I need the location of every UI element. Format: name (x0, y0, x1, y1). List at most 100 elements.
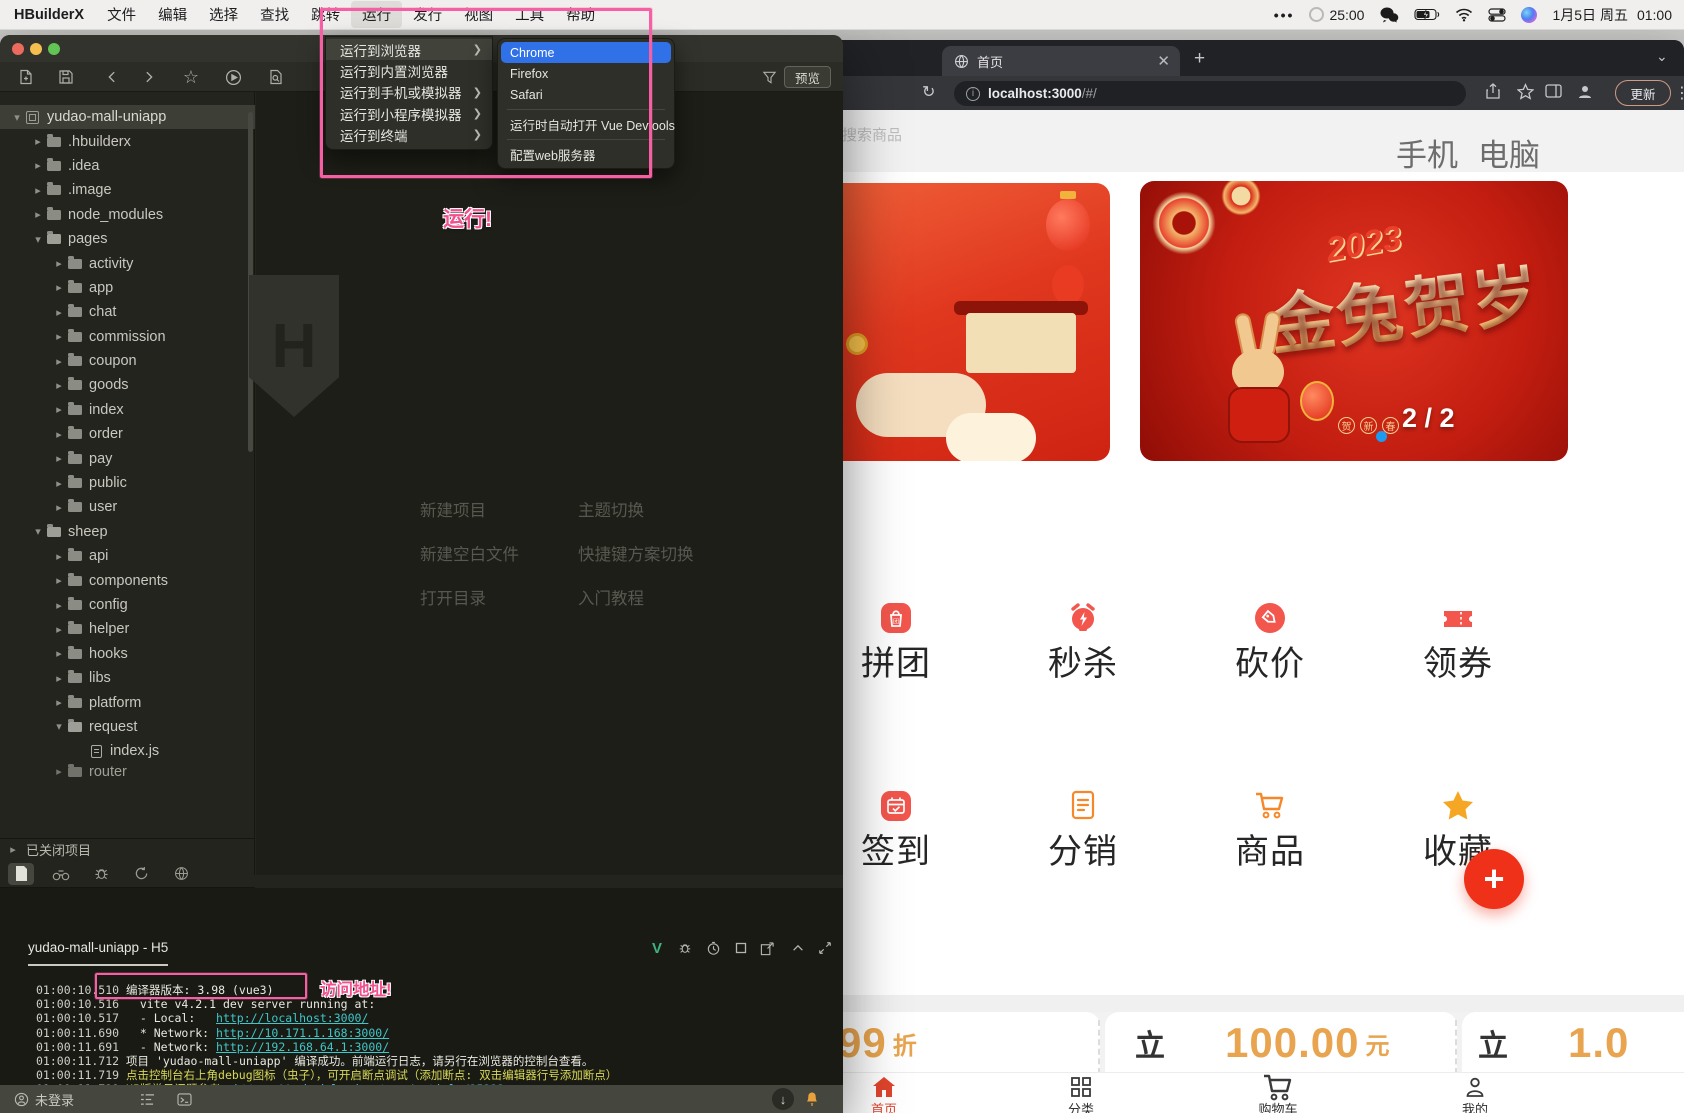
close-window-button[interactable] (12, 43, 24, 55)
expand-panel-icon[interactable] (814, 938, 836, 958)
closed-projects-section[interactable]: ▸ 已关闭项目 (0, 838, 255, 860)
log-link[interactable]: http://10.171.1.168:3000/ (216, 1026, 389, 1040)
tree-folder-hooks[interactable]: ▸hooks (0, 642, 255, 666)
tree-folder-index[interactable]: ▸index (0, 398, 255, 422)
back-icon[interactable] (100, 66, 124, 88)
profile-avatar-icon[interactable] (1576, 83, 1594, 101)
tree-folder-request[interactable]: ▾request (0, 715, 255, 739)
save-icon[interactable] (54, 66, 78, 88)
run-icon[interactable] (221, 66, 245, 88)
wifi-icon[interactable] (1455, 8, 1473, 22)
menu-item-签到[interactable]: 签到 (828, 785, 971, 873)
tree-folder-.idea[interactable]: ▸.idea (0, 154, 255, 178)
tree-folder-platform[interactable]: ▸platform (0, 690, 255, 714)
menubar-item-编辑[interactable]: 编辑 (147, 1, 198, 28)
tree-folder-pay[interactable]: ▸pay (0, 446, 255, 470)
control-center-icon[interactable] (1488, 8, 1506, 22)
browser-menu-icon[interactable]: ⋮ (1674, 83, 1684, 103)
tree-folder-.image[interactable]: ▸.image (0, 178, 255, 202)
menubar-item-查找[interactable]: 查找 (249, 1, 300, 28)
console-tab[interactable]: yudao-mall-uniapp - H5 (28, 940, 168, 966)
coupon-card[interactable]: 99折 (828, 1012, 1100, 1074)
favorites-star-icon[interactable]: ☆ (179, 66, 203, 88)
tabbar-item-分类[interactable]: 分类 (1036, 1076, 1126, 1113)
browser-tab[interactable]: 首页 ✕ (942, 46, 1180, 76)
chrome-update-button[interactable]: 更新 (1615, 80, 1671, 106)
menu-item-分销[interactable]: 分销 (1008, 785, 1158, 873)
welcome-shortcut-新建空白文件[interactable]: 新建空白文件 (420, 541, 519, 565)
collapse-panel-icon[interactable] (787, 938, 809, 958)
tree-folder-user[interactable]: ▸user (0, 495, 255, 519)
wechat-icon[interactable] (1379, 7, 1399, 23)
focus-timer[interactable]: 25:00 (1309, 7, 1364, 23)
search-input[interactable]: 搜索商品 (842, 124, 902, 145)
hot-keyword[interactable]: 手机 (1396, 130, 1458, 175)
tree-folder-components[interactable]: ▸components (0, 568, 255, 592)
debug-bug-icon[interactable] (88, 863, 114, 885)
menu-item-领券[interactable]: 领券 (1383, 597, 1533, 685)
tree-folder-libs[interactable]: ▸libs (0, 666, 255, 690)
hot-keywords[interactable]: 手机电脑 (1396, 130, 1540, 175)
tree-file-index.js[interactable]: index.js (0, 739, 255, 763)
bookmark-star-icon[interactable] (1517, 83, 1534, 100)
log-link[interactable]: http://192.168.64.1:3000/ (216, 1040, 389, 1054)
tree-folder-helper[interactable]: ▸helper (0, 617, 255, 641)
menu-item-商品[interactable]: 商品 (1195, 785, 1345, 873)
login-status[interactable]: 未登录 (35, 1090, 74, 1109)
menu-item-拼团[interactable]: 团拼团 (828, 597, 971, 685)
search-binoculars-icon[interactable] (48, 863, 74, 885)
goto-file-icon[interactable] (264, 66, 288, 88)
carousel-banner-active[interactable]: 2023 金兔贺岁 贺新春 2 / 2 (1140, 181, 1568, 461)
tree-folder-activity[interactable]: ▸activity (0, 251, 255, 275)
siri-icon[interactable] (1521, 7, 1537, 23)
menubar-item-文件[interactable]: 文件 (96, 1, 147, 28)
export-log-icon[interactable] (756, 938, 778, 958)
terminal-icon[interactable] (177, 1093, 192, 1106)
tree-folder-yudao-mall-uniapp[interactable]: ▾yudao-mall-uniapp (0, 105, 255, 129)
notification-bell-icon[interactable] (801, 1088, 823, 1110)
web-globe-icon[interactable] (168, 863, 194, 885)
menubar-date[interactable]: 1月5日 周五 (1552, 5, 1627, 25)
tree-folder-commission[interactable]: ▸commission (0, 325, 255, 349)
filter-funnel-icon[interactable] (757, 66, 781, 88)
side-panel-icon[interactable] (1545, 83, 1562, 99)
welcome-shortcut-新建项目[interactable]: 新建项目 (420, 497, 486, 521)
tree-folder-pages[interactable]: ▾pages (0, 227, 255, 251)
welcome-shortcut-打开目录[interactable]: 打开目录 (420, 585, 486, 609)
refresh-icon[interactable] (128, 863, 154, 885)
tab-close-icon[interactable]: ✕ (1157, 52, 1170, 70)
vue-devtools-icon[interactable]: V (646, 938, 668, 958)
forward-icon[interactable] (137, 66, 161, 88)
welcome-shortcut-主题切换[interactable]: 主题切换 (578, 497, 644, 521)
tabbar-item-我的[interactable]: 我的 (1430, 1076, 1520, 1113)
overflow-dots-icon[interactable]: ••• (1274, 7, 1295, 23)
menubar-time[interactable]: 01:00 (1637, 7, 1672, 23)
new-tab-icon[interactable]: + (1194, 48, 1205, 70)
tree-folder-config[interactable]: ▸config (0, 593, 255, 617)
carousel-banner-left[interactable] (828, 183, 1110, 461)
menu-item-砍价[interactable]: 砍价 (1195, 597, 1345, 685)
tree-folder-node_modules[interactable]: ▸node_modules (0, 203, 255, 227)
tree-folder-api[interactable]: ▸api (0, 544, 255, 568)
hot-keyword[interactable]: 电脑 (1478, 130, 1540, 175)
app-menu[interactable]: HBuilderX (14, 7, 84, 23)
tree-folder-public[interactable]: ▸public (0, 471, 255, 495)
files-view-icon[interactable] (8, 863, 34, 885)
tree-folder-router[interactable]: ▸router (0, 764, 255, 780)
welcome-shortcut-入门教程[interactable]: 入门教程 (578, 585, 644, 609)
menubar-item-选择[interactable]: 选择 (198, 1, 249, 28)
tree-folder-sheep[interactable]: ▾sheep (0, 520, 255, 544)
coupon-card[interactable]: 立100.00元 (1105, 1012, 1457, 1074)
tree-folder-goods[interactable]: ▸goods (0, 373, 255, 397)
carousel-dot[interactable] (1376, 431, 1387, 442)
download-status-icon[interactable]: ↓ (772, 1088, 794, 1110)
tree-folder-.hbuilderx[interactable]: ▸.hbuilderx (0, 129, 255, 153)
preview-button[interactable]: 预览 (784, 66, 831, 88)
restart-run-icon[interactable] (702, 938, 724, 958)
zoom-window-button[interactable] (48, 43, 60, 55)
tree-folder-order[interactable]: ▸order (0, 422, 255, 446)
stop-icon[interactable] (730, 938, 752, 958)
url-bar[interactable]: i localhost:3000/#/ (954, 81, 1466, 106)
tabbar-item-购物车[interactable]: 购物车 (1233, 1076, 1323, 1113)
tabbar-item-首页[interactable]: 首页 (839, 1076, 929, 1113)
